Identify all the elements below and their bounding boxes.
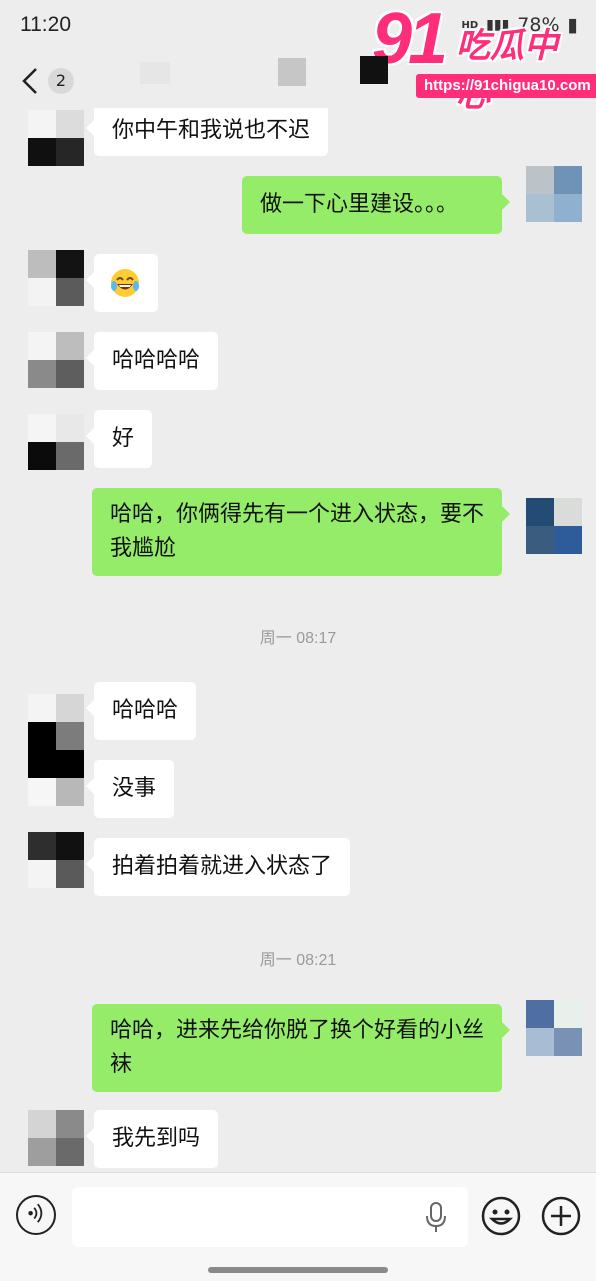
blurred-title	[140, 58, 320, 88]
incoming-message[interactable]: 拍着拍着就进入状态了	[85, 838, 351, 896]
incoming-message[interactable]	[86, 254, 158, 312]
message-text: 哈哈哈哈	[112, 348, 201, 373]
input-bar	[0, 1172, 596, 1281]
voice-waves-icon	[28, 1203, 43, 1223]
message-text: 没事	[112, 776, 157, 801]
emoji-icon[interactable]	[480, 1195, 522, 1237]
chat-header: 2	[0, 52, 596, 108]
message-text: 我先到吗	[112, 1126, 201, 1151]
contact-avatar[interactable]	[28, 332, 84, 388]
outgoing-message[interactable]: 做一下心里建设。。。	[242, 176, 510, 234]
message-text: 哈哈哈	[112, 698, 179, 723]
my-avatar[interactable]	[526, 166, 582, 222]
contact-avatar[interactable]	[28, 1110, 84, 1166]
message-text: 拍着拍着就进入状态了	[112, 854, 333, 879]
plus-icon[interactable]	[540, 1195, 582, 1237]
incoming-message[interactable]: 哈哈哈	[85, 682, 197, 740]
back-button[interactable]: 2	[20, 64, 80, 98]
home-indicator[interactable]	[208, 1267, 388, 1273]
contact-avatar[interactable]	[28, 694, 84, 806]
my-avatar[interactable]	[526, 498, 582, 554]
message-list[interactable]: 你中午和我说也不迟 做一下心里建设。。。 哈哈哈哈 好 哈哈，你俩得先有一个进入…	[0, 108, 596, 1172]
incoming-message[interactable]: 哈哈哈哈	[85, 332, 219, 390]
voice-icon[interactable]	[16, 1195, 56, 1235]
laughing-crying-emoji	[111, 269, 139, 297]
message-timestamp: 周一 08:17	[259, 630, 337, 647]
message-text: 你中午和我说也不迟	[112, 118, 311, 143]
contact-avatar[interactable]	[28, 250, 84, 306]
message-text: 哈哈，进来先给你脱了换个好看的小丝袜	[110, 1018, 485, 1077]
message-input[interactable]	[72, 1187, 468, 1247]
my-avatar[interactable]	[526, 1000, 582, 1056]
incoming-message[interactable]: 我先到吗	[85, 1110, 219, 1168]
message-text: 好	[112, 426, 135, 451]
incoming-message[interactable]: 没事	[85, 760, 175, 818]
contact-avatar[interactable]	[28, 110, 84, 166]
contact-avatar[interactable]	[28, 832, 84, 888]
outgoing-message[interactable]: 哈哈，进来先给你脱了换个好看的小丝袜	[92, 1004, 510, 1092]
chevron-left-icon	[22, 68, 37, 94]
message-timestamp: 周一 08:21	[259, 952, 337, 969]
status-time: 11:20	[20, 13, 71, 36]
incoming-message[interactable]: 你中午和我说也不迟	[85, 108, 329, 156]
message-text: 哈哈，你俩得先有一个进入状态，要不我尴尬	[110, 502, 485, 561]
incoming-message[interactable]: 好	[85, 410, 153, 468]
microphone-icon[interactable]	[424, 1201, 448, 1233]
outgoing-message[interactable]: 哈哈，你俩得先有一个进入状态，要不我尴尬	[92, 488, 510, 576]
message-text: 做一下心里建设。。。	[260, 192, 459, 217]
unread-badge: 2	[48, 68, 74, 94]
contact-avatar[interactable]	[28, 414, 84, 470]
blurred-title-icon	[360, 56, 390, 86]
